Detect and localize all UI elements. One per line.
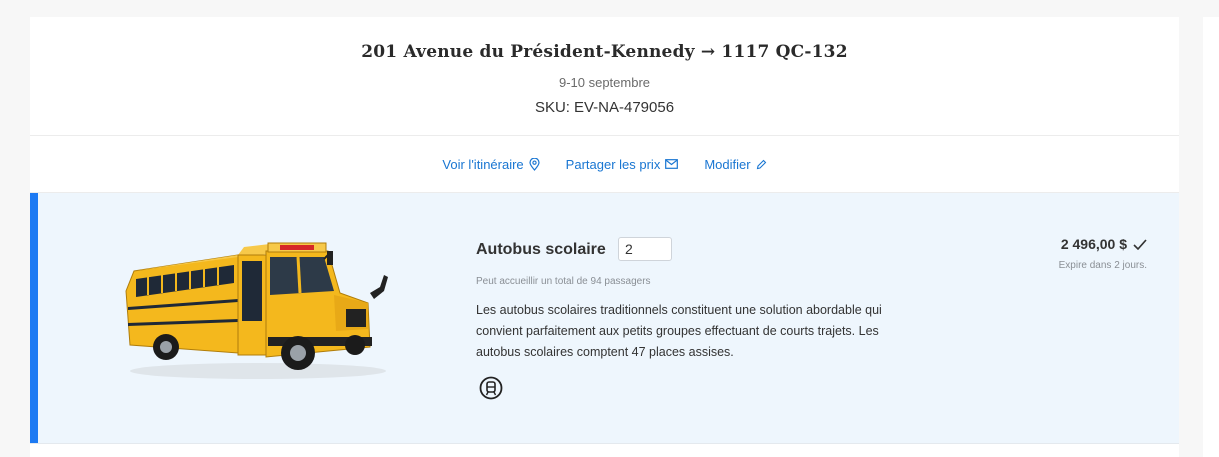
school-bus-image bbox=[125, 242, 388, 379]
quote-card: 201 Avenue du Président-Kennedy → 1117 Q… bbox=[30, 17, 1179, 457]
sku-label: SKU: bbox=[534, 99, 570, 116]
vehicle-name: Autobus scolaire bbox=[476, 241, 606, 258]
envelope-icon bbox=[665, 159, 679, 169]
view-itinerary-link[interactable]: Voir l'itinéraire bbox=[442, 156, 540, 172]
trip-dates: 9-10 septembre bbox=[558, 75, 651, 90]
sku-value: EV-NA-479056 bbox=[573, 99, 675, 116]
action-bar: Voir l'itinéraire Partager les prix Modi… bbox=[30, 136, 1179, 193]
trip-header: 201 Avenue du Président-Kennedy → 1117 Q… bbox=[30, 17, 1179, 136]
transit-icon bbox=[479, 376, 503, 400]
selected-accent-bar bbox=[30, 193, 38, 443]
price-block: 2 496,00 $ bbox=[1061, 236, 1147, 252]
price-value: 2 496,00 $ bbox=[1060, 236, 1127, 252]
share-prices-label: Partager les prix bbox=[565, 156, 661, 172]
right-side-panel bbox=[1203, 17, 1219, 457]
quote-row: Autobus scolaire Peut accueillir un tota… bbox=[30, 193, 1179, 444]
quantity-input[interactable] bbox=[618, 237, 672, 261]
view-itinerary-label: Voir l'itinéraire bbox=[442, 156, 524, 172]
pencil-icon bbox=[756, 159, 766, 169]
capacity-text: Peut accueillir un total de 94 passagers bbox=[476, 276, 651, 287]
checkmark-icon bbox=[1133, 238, 1147, 250]
share-prices-link[interactable]: Partager les prix bbox=[566, 157, 679, 172]
expiry-text: Expire dans 2 jours. bbox=[1058, 260, 1147, 271]
sku: SKU: EV-NA-479056 bbox=[30, 99, 1179, 116]
edit-label: Modifier bbox=[704, 156, 751, 172]
map-pin-icon bbox=[529, 157, 540, 171]
route-title: 201 Avenue du Président-Kennedy → 1117 Q… bbox=[361, 42, 848, 62]
edit-link[interactable]: Modifier bbox=[704, 157, 766, 172]
vehicle-description: Les autobus scolaires traditionnels cons… bbox=[476, 303, 882, 359]
